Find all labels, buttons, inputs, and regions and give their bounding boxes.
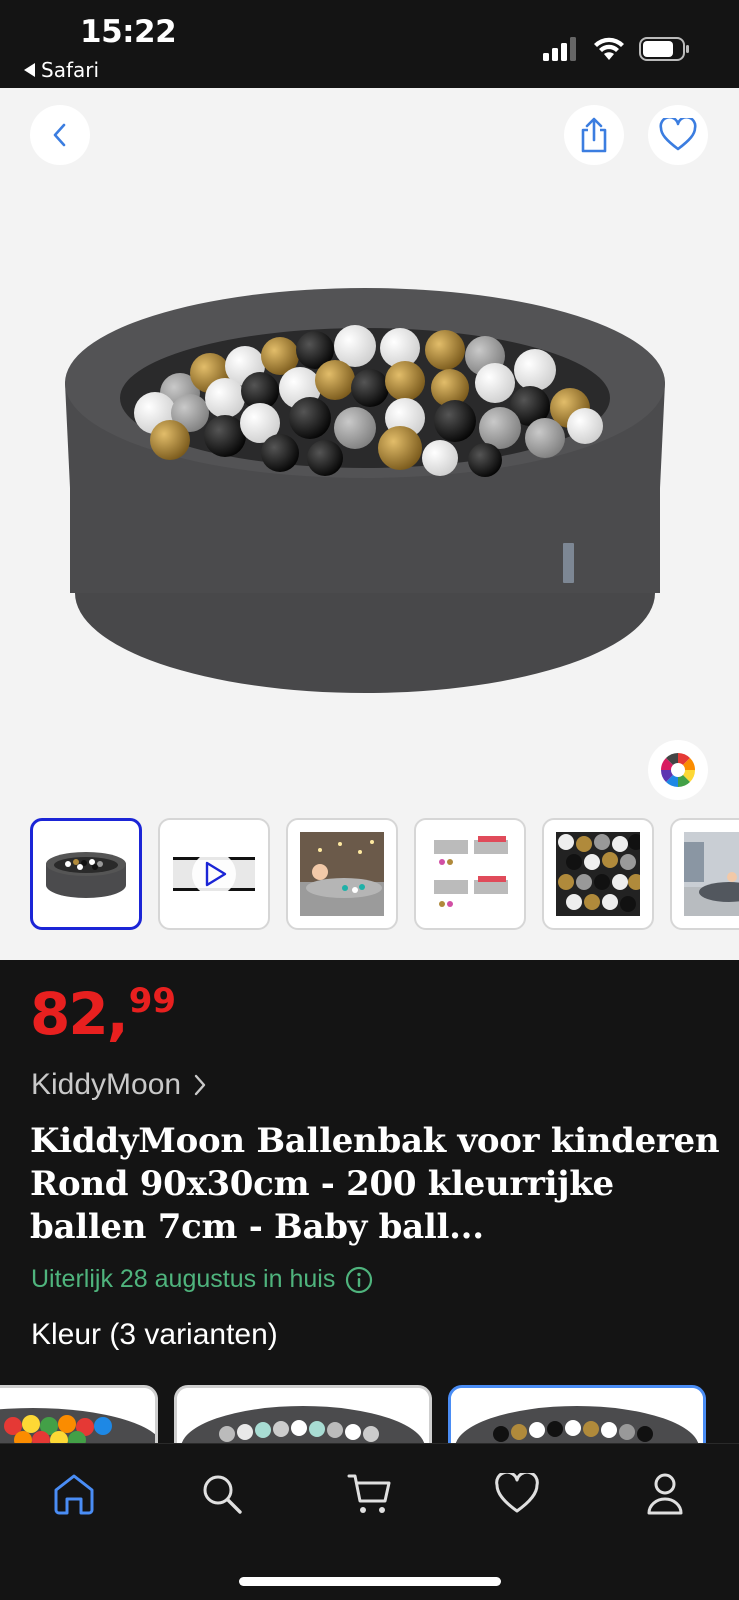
tab-wishlist[interactable] — [487, 1466, 547, 1522]
thumbnail-5[interactable] — [542, 818, 654, 930]
variant-card-colorful[interactable] — [0, 1385, 158, 1445]
tab-home[interactable] — [44, 1466, 104, 1522]
delivery-info: Uiterlijk 28 augustus in huis — [31, 1265, 373, 1294]
home-icon — [54, 1474, 94, 1515]
status-bar: 15:22 Safari — [0, 0, 739, 88]
delivery-text: Uiterlijk 28 augustus in huis — [31, 1265, 336, 1293]
thumbnail-video[interactable] — [158, 818, 270, 930]
thumbnail-strip — [0, 818, 739, 934]
wifi-icon — [594, 37, 624, 60]
video-play-icon — [173, 852, 255, 896]
back-arrow-icon — [24, 63, 35, 77]
variant-mint-image — [177, 1388, 429, 1445]
home-indicator[interactable] — [239, 1577, 501, 1586]
variant-card-mint[interactable] — [174, 1385, 432, 1445]
variant-selector — [0, 1385, 739, 1445]
price: 82 , 99 — [30, 976, 176, 1052]
tab-search[interactable] — [192, 1466, 252, 1522]
thumbnail-ballpit-image — [46, 852, 126, 898]
product-title: KiddyMoon Ballenbak voor kinderen Rond 9… — [30, 1121, 720, 1247]
battery-icon — [639, 37, 689, 61]
price-comma: , — [106, 980, 129, 1048]
color-picker-button[interactable] — [648, 740, 708, 800]
thumbnail-child-image — [300, 832, 384, 916]
heart-icon — [659, 118, 697, 151]
price-cents: 99 — [128, 981, 177, 1021]
variants-label: Kleur (3 varianten) — [31, 1318, 278, 1351]
thumbnail-6[interactable] — [670, 818, 739, 930]
product-image[interactable] — [60, 288, 680, 708]
price-euros: 82 — [30, 980, 109, 1048]
thumbnail-4[interactable] — [414, 818, 526, 930]
thumbnail-variants-image — [428, 832, 512, 916]
thumbnail-1[interactable] — [30, 818, 142, 930]
product-info: 82 , 99 KiddyMoon KiddyMoon Ballenbak vo… — [0, 960, 739, 1440]
back-to-app-link[interactable]: Safari — [24, 58, 99, 82]
thumbnail-3[interactable] — [286, 818, 398, 930]
color-wheel-icon — [661, 753, 695, 787]
product-gallery — [0, 88, 739, 960]
chevron-left-icon — [53, 123, 66, 147]
search-icon — [203, 1475, 242, 1514]
cart-icon — [347, 1474, 391, 1513]
thumbnail-room-image — [684, 832, 739, 916]
back-button[interactable] — [30, 105, 90, 165]
profile-icon — [647, 1473, 683, 1515]
tab-account[interactable] — [635, 1466, 695, 1522]
variant-black-gold-image — [451, 1388, 703, 1445]
signal-icon — [543, 37, 576, 61]
info-icon[interactable] — [345, 1266, 373, 1294]
heart-icon — [495, 1473, 539, 1513]
variant-card-black-gold[interactable] — [448, 1385, 706, 1445]
variant-colorful-image — [0, 1388, 155, 1445]
thumbnail-balls-image — [556, 832, 640, 916]
brand-link[interactable]: KiddyMoon — [31, 1068, 207, 1102]
back-app-label: Safari — [41, 58, 100, 82]
status-icons — [543, 36, 691, 62]
tab-cart[interactable] — [340, 1466, 400, 1522]
share-button[interactable] — [564, 105, 624, 165]
share-icon — [581, 117, 607, 153]
status-time: 15:22 — [80, 14, 177, 50]
chevron-right-icon — [194, 1074, 206, 1096]
favorite-button[interactable] — [648, 105, 708, 165]
brand-label: KiddyMoon — [31, 1068, 182, 1101]
